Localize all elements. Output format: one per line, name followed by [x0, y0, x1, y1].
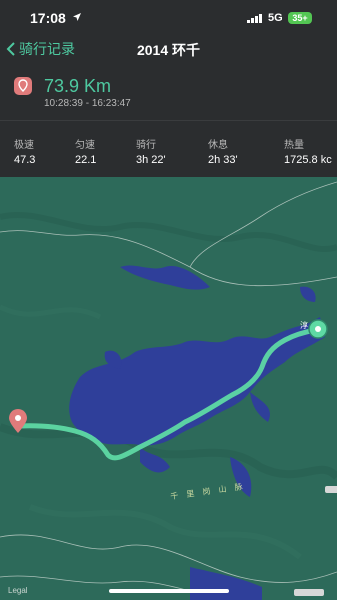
- stat-label: 热量: [284, 140, 304, 151]
- chevron-left-icon: [6, 42, 15, 56]
- stat-value: 3h 22': [136, 154, 166, 166]
- route-pin-icon: [14, 77, 32, 95]
- route-map[interactable]: [0, 177, 337, 600]
- battery-icon: 35+: [288, 12, 312, 24]
- stats-row: 极速 47.3 匀速 22.1 骑行 3h 22' 休息 2h 33' 热量 1…: [0, 136, 337, 166]
- status-time: 17:08: [30, 10, 66, 26]
- nav-bar: 2014 环千 骑行记录: [0, 36, 337, 62]
- home-indicator[interactable]: [109, 589, 229, 593]
- stat-avg-speed: 匀速 22.1: [75, 136, 96, 166]
- distance-value: 73.9 Km: [44, 76, 112, 96]
- back-button[interactable]: 骑行记录: [6, 38, 75, 60]
- location-arrow-icon: [73, 13, 81, 21]
- signal-icon: [247, 14, 262, 23]
- status-bar: 17:08 5G 35+: [0, 0, 337, 36]
- stat-value: 22.1: [75, 154, 97, 166]
- road-badge: [294, 589, 324, 596]
- end-marker-icon: [308, 319, 328, 339]
- divider: [0, 120, 337, 121]
- ride-summary: 73.9 Km 10:28:39 - 16:23:47: [0, 72, 337, 118]
- stat-label: 骑行: [136, 140, 156, 151]
- stat-rest-time: 休息 2h 33': [208, 136, 238, 166]
- back-label: 骑行记录: [19, 41, 75, 57]
- stat-value: 47.3: [14, 154, 36, 166]
- map-legal-link[interactable]: Legal: [8, 586, 28, 595]
- stat-value: 1725.8 kc: [284, 154, 332, 166]
- map-city-label: 淳: [300, 321, 308, 330]
- stat-calories: 热量 1725.8 kc: [284, 136, 337, 166]
- road-badge: [325, 486, 337, 493]
- stat-value: 2h 33': [208, 154, 238, 166]
- time-range: 10:28:39 - 16:23:47: [44, 98, 131, 109]
- stat-riding-time: 骑行 3h 22': [136, 136, 166, 166]
- stat-label: 极速: [14, 140, 34, 151]
- stat-max-speed: 极速 47.3: [14, 136, 35, 166]
- network-label: 5G: [268, 12, 283, 24]
- stat-label: 休息: [208, 140, 228, 151]
- stat-label: 匀速: [75, 140, 95, 151]
